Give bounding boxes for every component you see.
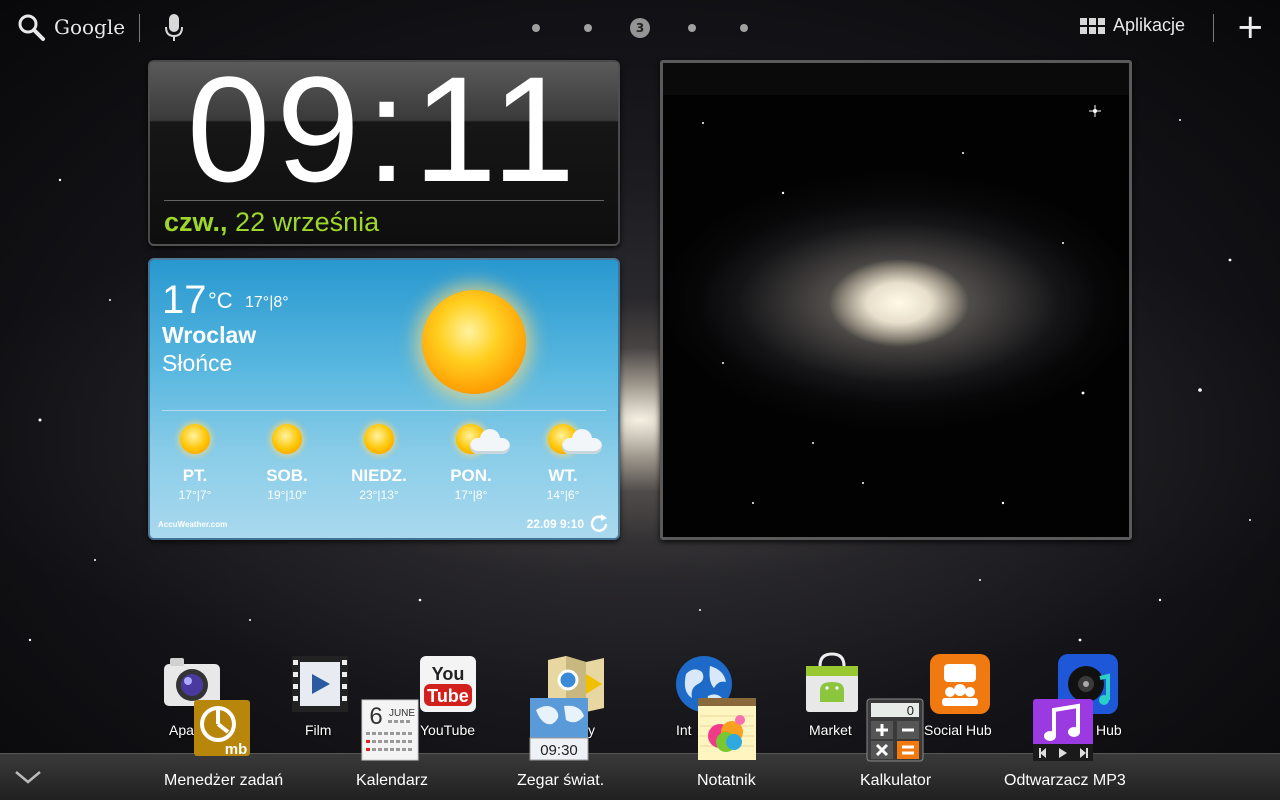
video-icon[interactable] [288,652,352,716]
google-search[interactable]: Google [16,12,125,42]
weather-widget[interactable]: 17 °C 17°|8° Wroclaw Słońce PT. 17°|7° S… [148,258,620,540]
microphone-icon [165,14,183,41]
calculator-icon-display: 0 [907,703,914,718]
forecast-day-name: PT. [182,466,208,485]
clock-day: czw., [164,207,228,237]
social-hub-icon[interactable] [928,652,992,716]
weather-divider [162,410,606,411]
market-icon[interactable] [800,652,864,716]
google-search-label: Google [54,15,126,39]
task-manager-icon-text: mb [225,741,248,758]
svg-text:Tube: Tube [427,686,469,706]
add-widget-button[interactable]: + [1236,10,1265,44]
app-label-notes: Notatnik [697,772,756,789]
forecast-day: WT. 14°|6° [518,420,608,502]
page-dot-active[interactable]: 3 [630,18,650,38]
clock-widget[interactable]: 09:11 czw., 22 września [148,45,620,246]
clock-time: 09:11 [186,45,582,213]
weather-condition: Słońce [162,350,233,376]
app-label-calendar: Kalendarz [356,772,429,789]
divider [139,14,140,42]
clock-full-date: 22 września [235,207,380,237]
app-label-music-hub: Hub [1096,722,1122,738]
current-temperature: 17 [162,278,207,322]
app-label-world-clock: Zegar świat. [517,772,605,789]
galaxy-image [702,105,1101,505]
forecast-day: PT. 17°|7° [150,420,240,502]
forecast-day: SOB. 19°|10° [242,420,332,502]
app-label-market: Market [809,722,852,738]
app-label-camera: Apa [169,722,194,738]
calendar-icon-day: 6 [369,703,382,730]
forecast-temps: 19°|10° [267,488,307,502]
today-high-low: 17°|8° [245,294,289,311]
page-dot[interactable] [688,24,696,32]
task-manager-icon[interactable]: mb [192,698,252,758]
sunny-icon [242,420,332,460]
partly-cloudy-icon [518,420,608,460]
search-icon [18,14,45,41]
app-label-film: Film [305,722,332,738]
page-dot[interactable] [740,24,748,32]
calendar-icon[interactable]: 6 JUNE [360,698,420,762]
forecast-temps: 23°|13° [359,488,399,502]
mp3-player-icon[interactable] [1032,698,1094,762]
app-label-youtube: YouTube [420,722,476,738]
sunny-icon [422,290,526,394]
forecast-day-name: WT. [548,466,578,485]
world-clock-icon[interactable]: 09:30 [528,696,590,762]
clock-date: czw., 22 września [164,207,379,238]
chevron-down-icon[interactable] [14,768,42,788]
weather-updated-time: 22.09 9:10 [526,517,584,531]
forecast-day: PON. 17°|8° [426,420,516,502]
refresh-icon [590,514,608,532]
apps-label: Aplikacje [1113,15,1186,35]
sunny-icon [334,420,424,460]
apps-button[interactable]: Aplikacje [1080,15,1185,36]
app-label-calculator: Kalkulator [860,772,932,789]
partly-cloudy-icon [426,420,516,460]
world-clock-icon-time: 09:30 [540,742,578,759]
forecast-day-name: NIEDZ. [351,466,407,485]
notes-icon[interactable] [696,696,758,762]
temperature-unit: °C [208,288,233,313]
voice-search-button[interactable] [164,13,184,47]
clock-divider [164,200,604,201]
page-dot[interactable] [584,24,592,32]
divider [1213,14,1214,42]
app-label-task-manager: Menedżer zadań [164,772,284,789]
page-dot[interactable] [532,24,540,32]
forecast-day-name: SOB. [266,466,308,485]
photo-frame-widget[interactable] [660,60,1132,540]
weather-provider[interactable]: AccuWeather.com [158,520,227,529]
app-label-social-hub: Social Hub [924,722,992,738]
forecast-temps: 17°|8° [454,488,488,502]
app-label-mp3-player: Odtwarzacz MP3 [1004,772,1126,789]
calculator-icon[interactable]: 0 [866,698,924,762]
forecast-day: NIEDZ. 23°|13° [334,420,424,502]
refresh-button[interactable] [588,513,610,538]
home-page-indicator: 3 [526,18,756,38]
forecast-temps: 14°|6° [546,488,580,502]
weather-city: Wroclaw [162,322,257,348]
calendar-icon-month: JUNE [389,708,415,719]
apps-grid-icon [1080,17,1105,34]
forecast-day-name: PON. [450,466,492,485]
svg-text:You: You [432,664,465,684]
forecast-temps: 17°|7° [178,488,212,502]
sunny-icon [150,420,240,460]
app-label-internet: Int [676,722,692,738]
youtube-icon[interactable]: You Tube [416,652,480,716]
